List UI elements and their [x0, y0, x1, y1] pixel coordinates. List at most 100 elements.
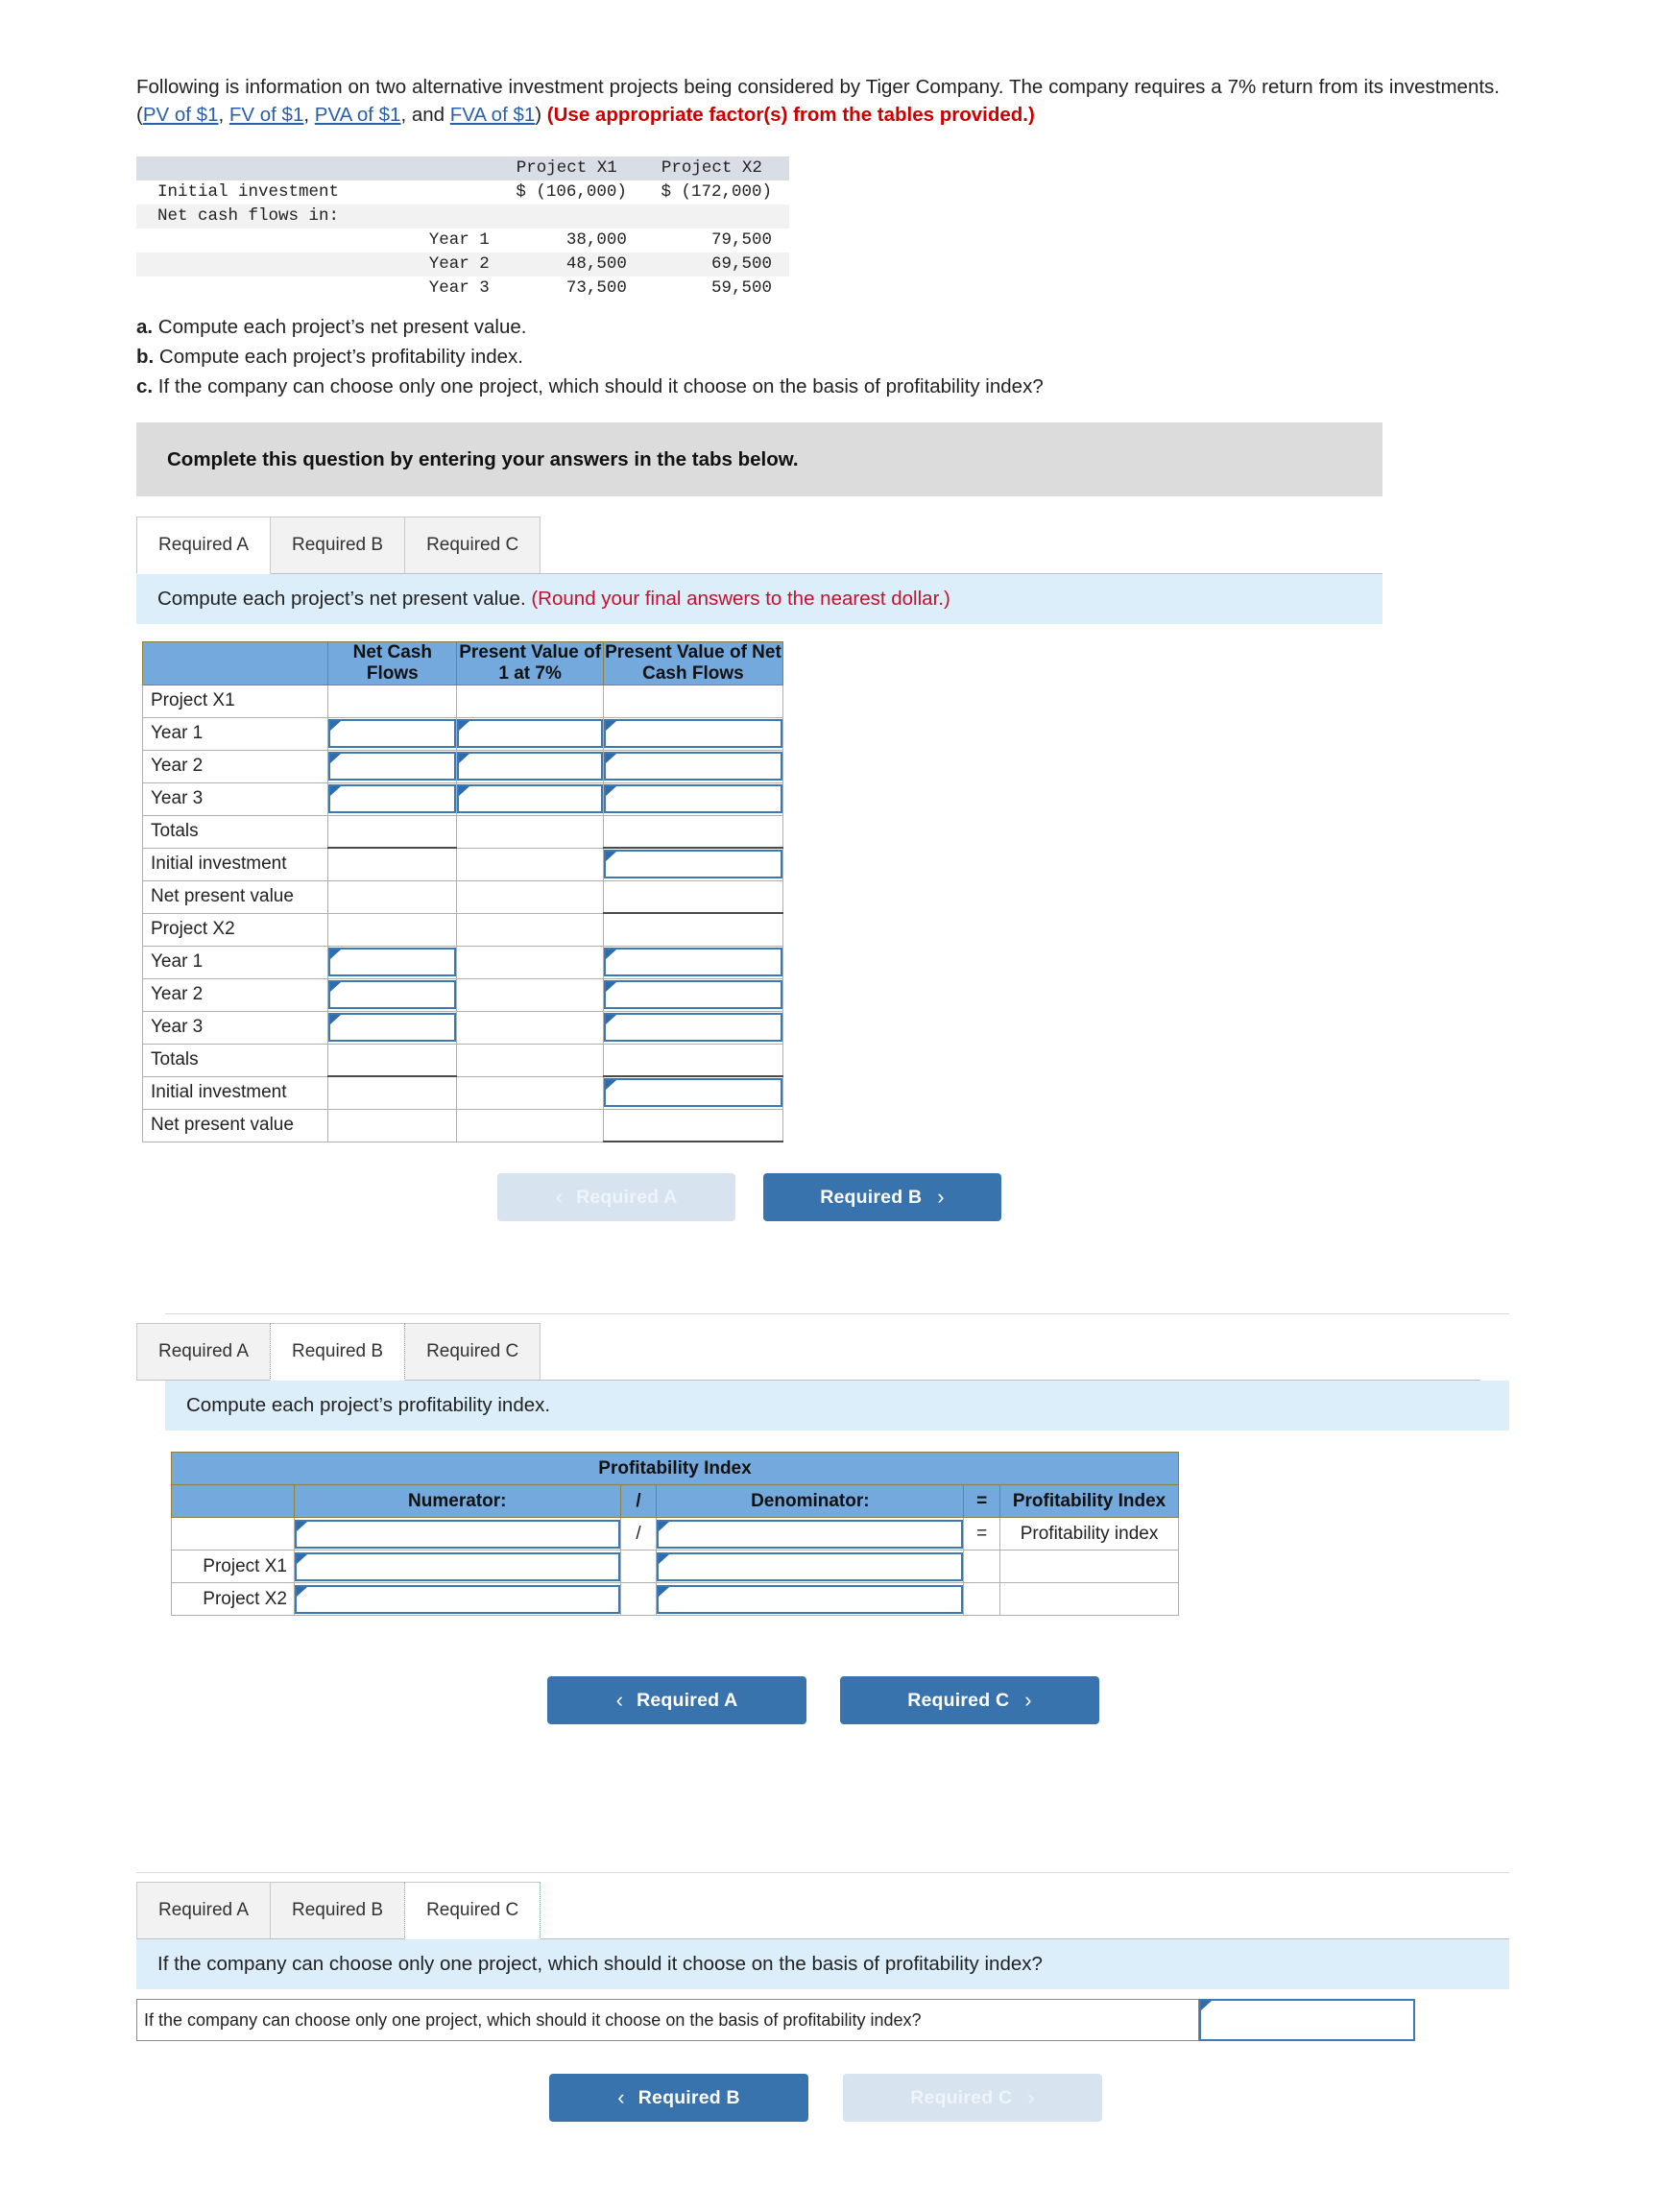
row-label-x2-totals: Totals	[141, 1043, 329, 1077]
pi-header-equals: =	[963, 1484, 1001, 1518]
pi-title-row: Profitability Index	[171, 1452, 1179, 1485]
cell-pi-x2-numerator[interactable]	[293, 1582, 621, 1616]
input-x1-y2-ncf[interactable]	[328, 752, 457, 781]
cell-x1-y2-pvncf[interactable]	[602, 749, 784, 783]
fva-of-1-link[interactable]: FVA of $1	[450, 104, 536, 126]
tab-required-a[interactable]: Required A	[136, 517, 272, 574]
tab-required-c[interactable]: Required C	[404, 1323, 541, 1381]
cell-pi-row0-numerator[interactable]	[293, 1517, 621, 1551]
panel-a-prompt-text: Compute each project’s net present value…	[136, 588, 950, 611]
cell-empty	[327, 1075, 458, 1110]
table-row: Project X1	[141, 684, 784, 718]
cell-x2-y2-pvncf[interactable]	[602, 977, 784, 1012]
tab-required-b[interactable]: Required B	[270, 1323, 406, 1381]
data-header-project-x2: Project X2	[643, 156, 789, 180]
fv-of-1-link[interactable]: FV of $1	[229, 104, 304, 126]
tab-required-a[interactable]: Required A	[136, 1882, 272, 1939]
cell-x1-y3-pvncf[interactable]	[602, 781, 784, 816]
input-pi-x2-denominator[interactable]	[657, 1584, 964, 1614]
tab-label: Required B	[292, 1900, 384, 1920]
panel-c-prev-button[interactable]: ‹ Required B	[549, 2074, 808, 2122]
cell-x1-y1-pv1[interactable]	[456, 716, 604, 751]
row-year: Year 3	[428, 278, 490, 298]
cell-x2-y3-pvncf[interactable]	[602, 1010, 784, 1045]
cell-x1-y1-pvncf[interactable]	[602, 716, 784, 751]
input-x1-y2-pvncf[interactable]	[603, 752, 782, 781]
tab-required-b[interactable]: Required B	[270, 517, 406, 574]
cell-x1-initial-investment[interactable]	[602, 847, 784, 881]
cell-empty	[456, 814, 604, 849]
cell-x1-y2-pv1[interactable]	[456, 749, 604, 783]
pv-of-1-link[interactable]: PV of $1	[143, 104, 219, 126]
data-header-blank-1	[136, 156, 348, 180]
cell-empty	[456, 945, 604, 979]
panel-b-prev-button[interactable]: ‹ Required A	[547, 1676, 806, 1724]
input-pi-row0-numerator[interactable]	[294, 1519, 620, 1549]
input-pi-x2-numerator[interactable]	[294, 1584, 620, 1614]
tab-required-c[interactable]: Required C	[404, 517, 541, 574]
row-year: Year 1	[428, 230, 490, 250]
input-x2-y3-ncf[interactable]	[328, 1013, 457, 1043]
cell-pi-x2-denominator[interactable]	[656, 1582, 965, 1616]
table-row: Year 3 73,500 59,500	[136, 276, 789, 301]
input-x1-y1-ncf[interactable]	[328, 719, 457, 749]
panel-a-next-button[interactable]: Required B ›	[763, 1173, 1001, 1221]
requirement-b-marker: b.	[136, 346, 155, 369]
row-x1: 38,000	[565, 230, 627, 250]
cell-x1-y3-ncf[interactable]	[327, 781, 458, 816]
input-x1-initial-investment[interactable]	[603, 850, 782, 879]
input-pi-row0-denominator[interactable]	[657, 1519, 964, 1549]
npv-header-pv-of-ncf: Present Value of Net Cash Flows	[602, 641, 784, 685]
input-x1-y1-pvncf[interactable]	[603, 719, 782, 749]
input-x2-y1-pvncf[interactable]	[603, 948, 782, 977]
cell-x1-y2-ncf[interactable]	[327, 749, 458, 783]
input-x2-y2-pvncf[interactable]	[603, 980, 782, 1010]
table-row: Year 1	[141, 716, 784, 751]
npv-header-blank	[141, 641, 329, 685]
panel-a-prev-button: ‹ Required A	[497, 1173, 735, 1221]
input-pi-x1-numerator[interactable]	[294, 1551, 620, 1581]
input-x1-y3-ncf[interactable]	[328, 784, 457, 814]
panel-c-answer-select[interactable]	[1199, 1999, 1415, 2041]
tab-required-b[interactable]: Required B	[270, 1882, 406, 1939]
table-row: Year 2	[141, 977, 784, 1012]
input-x1-y1-pv1[interactable]	[457, 719, 603, 749]
cell-pi-row0-denominator[interactable]	[656, 1517, 965, 1551]
cell-empty	[327, 847, 458, 881]
input-x2-initial-investment[interactable]	[603, 1078, 782, 1108]
row-label-x2-year2: Year 2	[141, 977, 329, 1012]
row-x2: $ (172,000)	[661, 182, 772, 202]
tab-required-c[interactable]: Required C	[404, 1882, 541, 1939]
requirement-a-text: Compute each project’s net present value…	[153, 316, 527, 338]
panel-b-next-button[interactable]: Required C ›	[840, 1676, 1099, 1724]
table-row: Initial investment	[141, 847, 784, 881]
pi-header-divide: /	[619, 1484, 658, 1518]
cell-x1-y3-pv1[interactable]	[456, 781, 604, 816]
row-label-x2-year3: Year 3	[141, 1010, 329, 1045]
cell-x2-y3-ncf[interactable]	[327, 1010, 458, 1045]
input-x2-y2-ncf[interactable]	[328, 980, 457, 1010]
table-row: Project X1	[171, 1550, 1179, 1583]
row-label-x1-initial-investment: Initial investment	[141, 847, 329, 881]
input-pi-x1-denominator[interactable]	[657, 1551, 964, 1581]
tab-required-a[interactable]: Required A	[136, 1323, 272, 1381]
cell-x2-initial-investment[interactable]	[602, 1075, 784, 1110]
requirement-b-text: Compute each project’s profitability ind…	[154, 346, 523, 369]
input-x1-y3-pv1[interactable]	[457, 784, 603, 814]
pva-of-1-link[interactable]: PVA of $1	[315, 104, 401, 126]
input-x1-y3-pvncf[interactable]	[603, 784, 782, 814]
input-x2-y1-ncf[interactable]	[328, 948, 457, 977]
cell-empty	[456, 847, 604, 881]
cell-pi-x1-denominator[interactable]	[656, 1550, 965, 1583]
row-x2: 59,500	[710, 278, 772, 298]
cell-pi-x1-numerator[interactable]	[293, 1550, 621, 1583]
input-x2-y3-pvncf[interactable]	[603, 1013, 782, 1043]
row-label: Net cash flows in:	[136, 204, 348, 228]
input-x1-y2-pv1[interactable]	[457, 752, 603, 781]
cell-x2-y1-ncf[interactable]	[327, 945, 458, 979]
cell-x2-y2-ncf[interactable]	[327, 977, 458, 1012]
cell-x2-y1-pvncf[interactable]	[602, 945, 784, 979]
cell-empty	[456, 1075, 604, 1110]
table-row: Year 2	[141, 749, 784, 783]
cell-x1-y1-ncf[interactable]	[327, 716, 458, 751]
